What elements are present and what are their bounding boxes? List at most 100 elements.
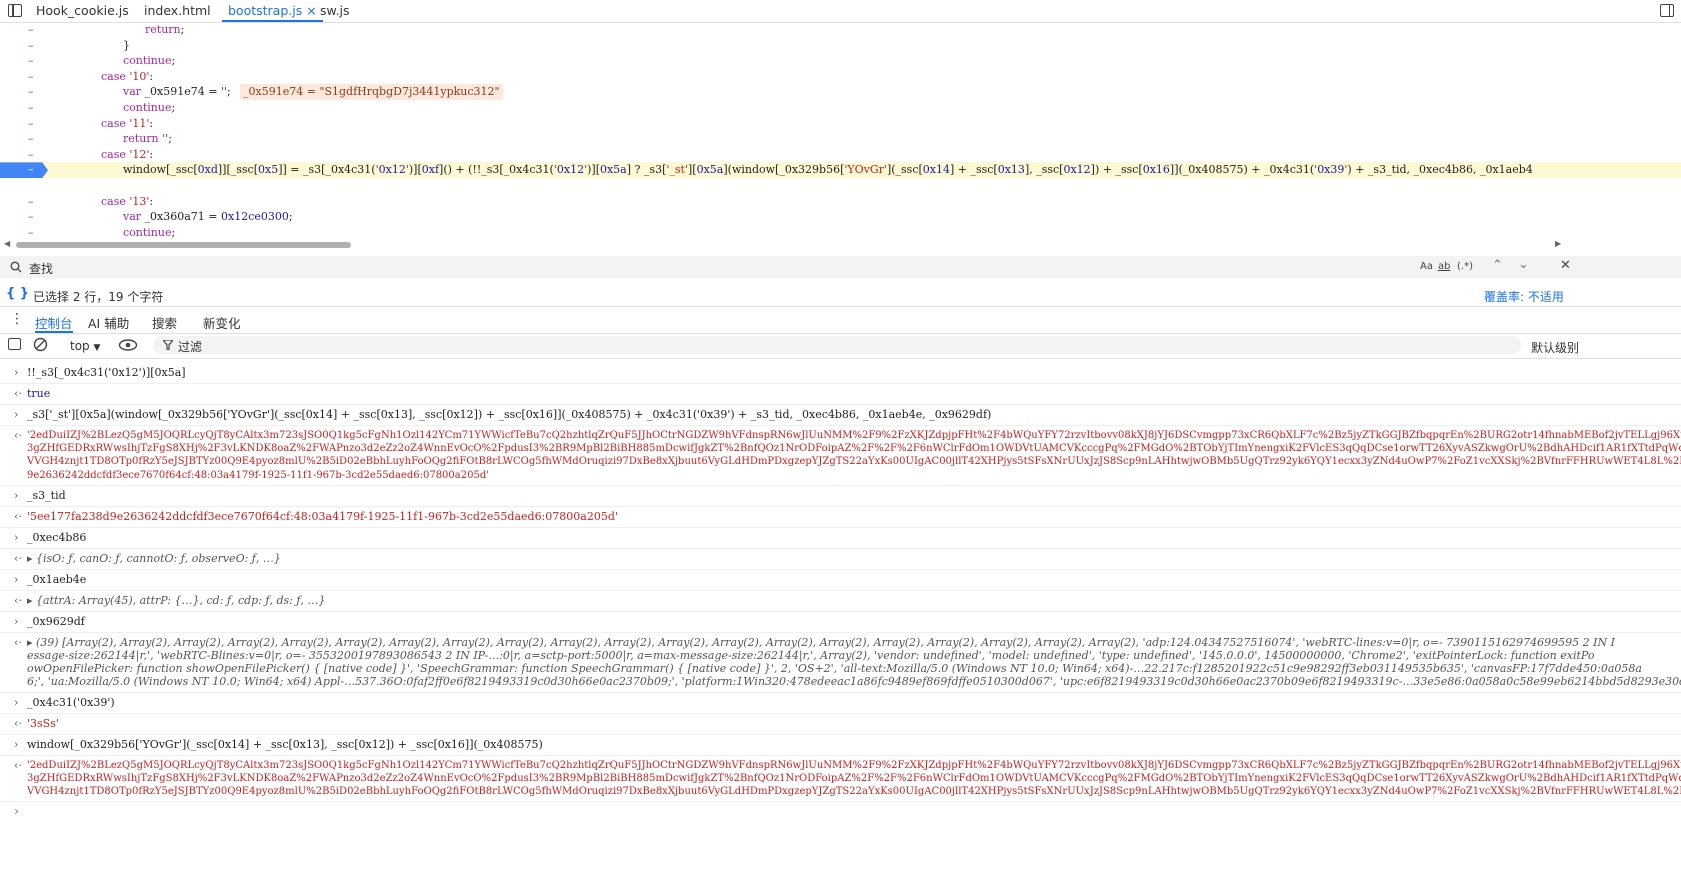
gutter-marker[interactable]: – <box>28 131 34 147</box>
scrollbar-thumb[interactable] <box>16 242 351 248</box>
console-result-row[interactable]: ‹· ▸ {attrA: Array(45), attrP: {…}, cd: ƒ… <box>0 591 1681 612</box>
code-text: case '12': <box>101 147 154 161</box>
console-result-row[interactable]: ‹· '3sSs' <box>0 714 1681 735</box>
editor-status-bar: { } 已选择 2 行，19 个字符 覆盖率: 不适用 <box>0 284 1681 307</box>
eye-icon[interactable] <box>118 339 138 351</box>
console-result-row[interactable]: ‹· ▸ (39) [Array(2), Array(2), Array(2), … <box>0 633 1681 693</box>
context-selector[interactable]: top ▼ <box>70 339 100 353</box>
gutter-marker[interactable]: – <box>28 194 34 210</box>
pretty-print-icon[interactable]: { } <box>6 286 29 301</box>
scroll-left-icon[interactable]: ◀ <box>4 239 10 248</box>
close-tab-icon[interactable]: × <box>306 3 316 18</box>
sidebar-toggle-icon[interactable] <box>8 338 21 350</box>
code-text: _0x591e74 = "S1gdfHrqbgD7j3441ypkuc312" <box>240 84 503 100</box>
tab-bootstrap-js[interactable]: bootstrap.js × <box>222 0 323 22</box>
code-line[interactable]: – var _0x360a71 = 0x12ce0300; <box>0 209 1681 225</box>
gutter-marker: – <box>28 163 34 177</box>
filter-input[interactable]: 过滤 <box>153 336 1521 354</box>
console-text-line: ▸ (39) [Array(2), Array(2), Array(2), Ar… <box>27 635 1615 649</box>
drawer-tab-bar: ⋮ 控制台 AI 辅助 搜索 新变化 <box>0 309 1681 334</box>
log-levels-dropdown[interactable]: 默认级别 <box>1531 339 1579 356</box>
clear-console-icon[interactable] <box>33 337 48 352</box>
chevron-up-icon[interactable]: ⌃ <box>1492 258 1503 273</box>
console-result-row[interactable]: ‹· '2edDuiIZJ%2BLezQ5gM5JOQRLcyQjT8yCAltx… <box>0 426 1681 486</box>
tab-changes[interactable]: 新变化 <box>203 313 241 332</box>
tab-search[interactable]: 搜索 <box>152 313 177 332</box>
tab-ai-assist[interactable]: AI 辅助 <box>88 313 129 332</box>
console-input-row[interactable]: › _s3['_st'][0x5a](window[_0x329b56['YOvG… <box>0 405 1681 426</box>
console-output: › !!_s3[_0x4c31('0x12')][0x5a] ‹· true › _s3[… <box>0 360 1681 871</box>
console-input-row[interactable]: › _s3_tid <box>0 486 1681 507</box>
gutter-marker[interactable]: – <box>28 147 34 163</box>
code-editor[interactable]: – return; –} – continue; – case '10': – var _0x5… <box>0 22 1681 240</box>
gutter-marker[interactable]: – <box>28 225 34 240</box>
console-result-row[interactable]: ‹· true <box>0 384 1681 405</box>
code-line[interactable]: – continue; <box>0 53 1681 69</box>
more-menu-icon[interactable]: ⋮ <box>10 312 24 326</box>
code-text: continue; <box>123 101 176 114</box>
inline-value-hint[interactable]: _0x591e74 = "S1gdfHrqbgD7j3441ypkuc312" <box>240 84 503 100</box>
console-input-row[interactable]: › _0x4c31('0x39') <box>0 693 1681 714</box>
console-text-line: true <box>27 387 51 400</box>
console-text: _0x1aeb4e <box>27 573 86 586</box>
console-text-line: '5ee177fa238d9e2636242ddcfdf3ece7670f64c… <box>27 509 618 523</box>
code-text: var _0x591e74 = ''; <box>123 85 231 99</box>
console-input-row[interactable]: › _0x1aeb4e <box>0 570 1681 591</box>
console-input-row[interactable]: › _0xec4b86 <box>0 528 1681 549</box>
code-line[interactable]: – case '12': <box>0 147 1681 163</box>
console-input-row[interactable]: › window[_0x329b56['YOvGr'](_ssc[0x14] + … <box>0 735 1681 756</box>
tab-hook-cookie[interactable]: Hook_cookie.js <box>36 0 129 22</box>
code-line-breakpoint[interactable]: – window[_ssc[0xd]][_ssc[0x5]] = _s3[_0x4… <box>0 162 1681 178</box>
gutter-marker[interactable]: – <box>28 100 34 116</box>
gutter-marker[interactable]: – <box>28 53 34 69</box>
code-line[interactable]: – continue; <box>0 225 1681 240</box>
code-line[interactable]: – case '13': <box>0 194 1681 210</box>
input-prompt-icon: › <box>14 530 19 544</box>
code-line[interactable]: – case '11': <box>0 116 1681 132</box>
toggle-debugger-icon[interactable] <box>1660 4 1674 17</box>
regex-toggle[interactable]: (.*) <box>1457 261 1473 272</box>
input-prompt-icon: › <box>14 614 19 628</box>
console-result-row[interactable]: ‹· '5ee177fa238d9e2636242ddcfdf3ece7670f6… <box>0 507 1681 528</box>
gutter-marker[interactable]: – <box>28 209 34 225</box>
console-prompt-icon[interactable]: › <box>14 804 19 818</box>
code-text: } <box>123 38 130 52</box>
gutter-marker[interactable]: – <box>28 84 34 100</box>
breakpoint-marker-icon[interactable]: – <box>0 162 48 178</box>
coverage-link[interactable]: 覆盖率: 不适用 <box>1484 288 1564 305</box>
code-line[interactable]: – return ''; <box>0 131 1681 147</box>
tab-console[interactable]: 控制台 <box>35 313 73 333</box>
console-text-line: 9e2636242ddcfdf3ece7670f64cf:48:03a4179f… <box>27 469 489 481</box>
code-line[interactable]: – case '10': <box>0 69 1681 85</box>
editor-tab-bar: Hook_cookie.js index.html bootstrap.js ×… <box>0 0 1681 23</box>
match-case-toggle[interactable]: Aa <box>1420 261 1433 272</box>
scroll-right-icon[interactable]: ▶ <box>1555 239 1561 248</box>
console-text-line: ▸ {isO: ƒ, canO: ƒ, cannotO: ƒ, observeO… <box>27 551 281 565</box>
whole-word-toggle[interactable]: ab <box>1438 261 1450 272</box>
gutter-marker[interactable]: – <box>28 38 34 54</box>
code-line[interactable]: – continue; <box>0 100 1681 116</box>
code-text: continue; <box>123 225 176 239</box>
chevron-down-icon[interactable]: ⌄ <box>1518 257 1529 272</box>
console-text: _s3_tid <box>27 489 66 502</box>
console-result-row[interactable]: ‹· '2edDuiIZJ%2BLezQ5gM5JOQRLcyQjT8yCAltx… <box>0 756 1681 803</box>
code-line[interactable]: –} <box>0 38 1681 54</box>
gutter-marker[interactable]: – <box>28 69 34 85</box>
gutter-marker[interactable]: – <box>28 22 34 38</box>
code-text: continue; <box>123 54 176 68</box>
console-result-row[interactable]: ‹· ▸ {isO: ƒ, canO: ƒ, cannotO: ƒ, observ… <box>0 549 1681 570</box>
result-arrow-icon: ‹· <box>14 509 22 523</box>
find-input[interactable]: 查找 <box>29 260 53 277</box>
code-line[interactable]: – return; <box>0 22 1681 38</box>
tab-sw-js[interactable]: sw.js <box>320 0 350 22</box>
console-input-row[interactable]: › _0x9629df <box>0 612 1681 633</box>
code-text: return; <box>145 23 185 36</box>
console-text-line: window[_0x329b56['YOvGr'](_ssc[0x14] + _… <box>27 737 543 751</box>
toggle-navigator-icon[interactable] <box>8 4 22 17</box>
result-arrow-icon: ‹· <box>14 429 22 442</box>
horizontal-scrollbar[interactable]: ◀ ▶ <box>0 239 1681 248</box>
gutter-marker[interactable]: – <box>28 116 34 132</box>
close-icon[interactable]: ✕ <box>1560 258 1571 273</box>
tab-index-html[interactable]: index.html <box>144 0 211 22</box>
console-input-row[interactable]: › !!_s3[_0x4c31('0x12')][0x5a] <box>0 363 1681 384</box>
